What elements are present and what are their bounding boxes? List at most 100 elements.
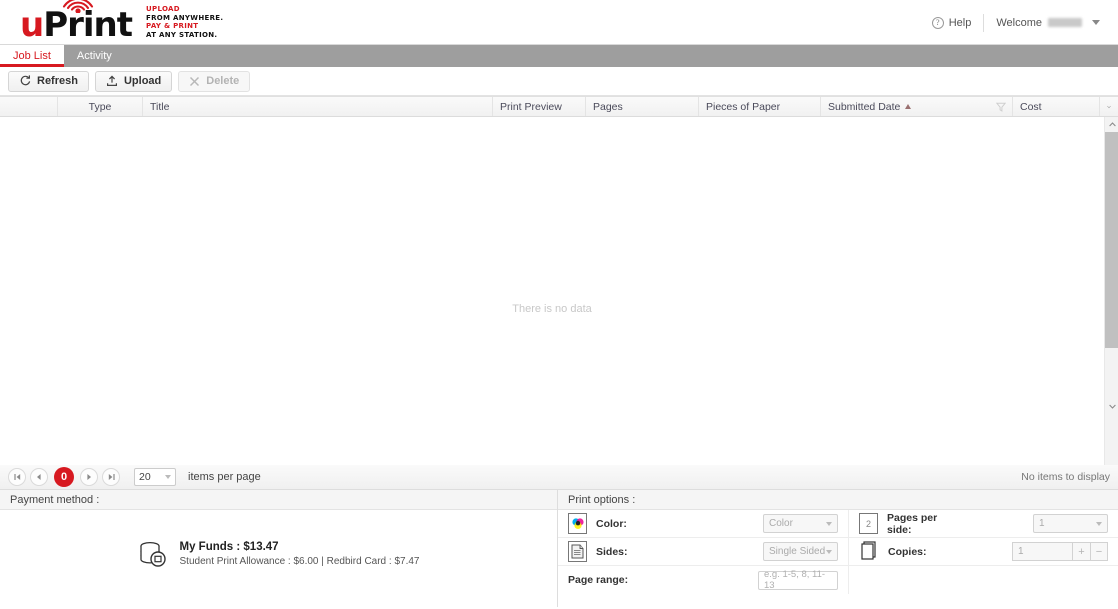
grid-body: There is no data <box>0 117 1118 465</box>
option-row-page-range: Page range: e.g. 1-5, 8, 11-13 <box>558 566 1118 594</box>
upload-label: Upload <box>123 75 162 87</box>
first-page-button[interactable] <box>8 468 26 486</box>
first-page-icon <box>13 474 20 480</box>
tagline-line-3: PAY & PRINT <box>146 22 199 30</box>
page-size-select[interactable]: 20 <box>134 468 176 486</box>
previous-page-button[interactable] <box>30 468 48 486</box>
grid-toolbar: Refresh Upload Delete <box>0 67 1118 96</box>
column-header-cost[interactable]: Cost <box>1013 97 1100 116</box>
grid-pager: 0 20 items per page No items to display <box>0 465 1118 490</box>
refresh-icon <box>20 75 31 86</box>
column-header-type[interactable]: Type <box>58 97 143 116</box>
color-label: Color: <box>596 517 627 530</box>
copies-value[interactable]: 1 <box>1012 542 1072 561</box>
color-select[interactable]: Color <box>763 514 838 533</box>
column-header-type-label: Type <box>88 100 112 113</box>
chevron-up-icon <box>1108 122 1116 127</box>
page-size-value: 20 <box>139 471 151 483</box>
last-page-icon <box>108 474 115 480</box>
chevron-down-icon <box>165 475 171 479</box>
two-up-pages-icon: 2 <box>859 513 878 534</box>
uprint-logo: uPrint UPLOAD FROM ANYWHERE. PAY & PRINT… <box>20 0 223 45</box>
sides-select-value: Single Sided <box>769 546 826 557</box>
option-color: Color: Color <box>558 513 848 534</box>
color-cmyk-icon <box>568 513 587 534</box>
tab-job-list[interactable]: Job List <box>0 45 64 67</box>
app-header: uPrint UPLOAD FROM ANYWHERE. PAY & PRINT… <box>0 0 1118 45</box>
funds-text: My Funds : $13.47 Student Print Allowanc… <box>180 541 420 567</box>
user-name-redacted <box>1048 18 1082 27</box>
column-header-select[interactable] <box>0 97 58 116</box>
stacked-pages-icon <box>859 540 879 564</box>
payment-method-title: Payment method : <box>0 490 557 510</box>
pages-per-side-label-line2: side: <box>887 523 912 536</box>
column-header-title-label: Title <box>150 100 170 113</box>
tab-activity-label: Activity <box>76 50 112 62</box>
user-menu-button[interactable]: Welcome <box>984 17 1106 29</box>
column-header-pages-label: Pages <box>593 100 623 113</box>
main-tabbar: Job List Activity <box>0 45 1118 67</box>
chevron-down-icon <box>1107 105 1111 108</box>
next-page-button[interactable] <box>80 468 98 486</box>
tagline-line-4: AT ANY STATION. <box>146 30 218 39</box>
header-actions: ? Help Welcome <box>920 0 1106 45</box>
copies-decrement-button[interactable]: − <box>1090 542 1108 561</box>
logo-letter-u: u <box>20 5 44 45</box>
option-copies: Copies: 1 + − <box>848 537 1118 566</box>
pages-per-side-select[interactable]: 1 <box>1033 514 1108 533</box>
current-page-button[interactable]: 0 <box>54 467 74 487</box>
my-funds-label: My Funds : $13.47 <box>179 540 279 553</box>
scroll-up-button[interactable] <box>1105 117 1118 132</box>
next-page-icon <box>87 474 91 480</box>
sides-select[interactable]: Single Sided <box>763 542 838 561</box>
scroll-down-button[interactable] <box>1105 348 1118 465</box>
welcome-label: Welcome <box>996 16 1042 29</box>
pages-per-side-label: Pages per side: <box>887 512 937 536</box>
tab-activity[interactable]: Activity <box>64 45 125 67</box>
chevron-down-icon <box>1096 521 1102 526</box>
tagline-line-1: UPLOAD <box>146 5 180 13</box>
grid-vertical-scrollbar[interactable] <box>1104 117 1118 465</box>
tagline-line-2: FROM ANYWHERE. <box>146 13 224 22</box>
refresh-button[interactable]: Refresh <box>8 70 89 92</box>
help-button[interactable]: ? Help <box>920 16 984 29</box>
sort-ascending-icon <box>905 104 912 109</box>
copies-increment-button[interactable]: + <box>1072 542 1090 561</box>
wifi-waves-icon <box>62 0 94 13</box>
pager-status-label: No items to display <box>1021 471 1110 483</box>
grid-header-row: Type Title Print Preview Pages Pieces of… <box>0 96 1118 117</box>
column-header-pages[interactable]: Pages <box>586 97 699 116</box>
coins-stack-icon <box>139 541 166 567</box>
print-options-panel: Print options : Color: Color 2 Pages per… <box>558 490 1118 607</box>
option-row-page-range-spacer <box>848 566 1118 594</box>
upload-button[interactable]: Upload <box>94 70 173 92</box>
column-header-pieces-of-paper[interactable]: Pieces of Paper <box>699 97 821 116</box>
delete-button[interactable]: Delete <box>178 70 251 92</box>
column-header-title[interactable]: Title <box>143 97 493 116</box>
funds-breakdown-label: Student Print Allowance : $6.00 | Redbir… <box>179 555 420 567</box>
chevron-down-icon <box>1108 404 1116 409</box>
upload-icon <box>106 75 117 86</box>
payment-method-panel: Payment method : My Funds : $13.47 Stude… <box>0 490 558 607</box>
delete-label: Delete <box>206 75 240 87</box>
option-sides: Sides: Single Sided <box>558 541 848 562</box>
copies-label: Copies: <box>888 545 927 558</box>
document-page-icon <box>568 541 587 562</box>
column-header-submitted-date-label: Submitted Date <box>828 100 901 113</box>
funds-summary: My Funds : $13.47 Student Print Allowanc… <box>0 510 557 607</box>
sides-label: Sides: <box>596 545 628 558</box>
pages-per-side-value: 1 <box>1039 518 1045 529</box>
last-page-button[interactable] <box>102 468 120 486</box>
column-header-submitted-date[interactable]: Submitted Date <box>821 97 1013 116</box>
page-range-input[interactable]: e.g. 1-5, 8, 11-13 <box>758 569 838 591</box>
grid-empty-message: There is no data <box>512 303 592 315</box>
column-chooser-button[interactable] <box>1100 97 1118 116</box>
column-header-print-preview[interactable]: Print Preview <box>493 97 586 116</box>
column-header-cost-label: Cost <box>1020 100 1042 113</box>
funnel-icon[interactable] <box>996 102 1006 112</box>
close-x-icon <box>190 76 200 86</box>
column-header-pieces-of-paper-label: Pieces of Paper <box>706 100 781 113</box>
logo-tagline: UPLOAD FROM ANYWHERE. PAY & PRINT AT ANY… <box>146 5 223 39</box>
option-page-range: Page range: e.g. 1-5, 8, 11-13 <box>558 569 848 591</box>
help-label: Help <box>948 16 972 29</box>
